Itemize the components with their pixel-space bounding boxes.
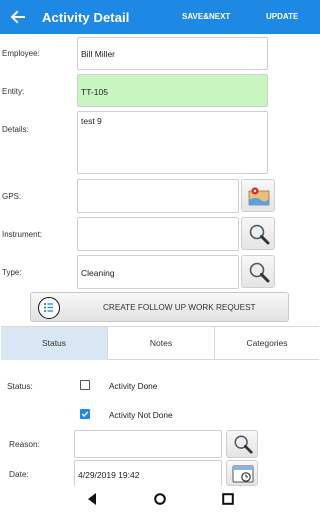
instrument-label: Instrument:	[2, 230, 43, 239]
reason-label: Reason:	[9, 439, 40, 449]
instrument-field[interactable]	[77, 217, 239, 251]
type-label: Type:	[2, 268, 22, 277]
date-picker-button[interactable]	[226, 460, 258, 486]
gps-field[interactable]	[77, 179, 239, 213]
date-value: 4/29/2019 19:42	[78, 470, 140, 480]
details-field[interactable]: test 9	[77, 111, 268, 174]
type-field[interactable]: Cleaning	[77, 255, 239, 289]
check-icon	[81, 411, 89, 418]
save-next-button[interactable]: SAVE&NEXT	[182, 12, 230, 21]
activity-not-done-label: Activity Not Done	[109, 410, 173, 420]
gps-map-button[interactable]	[241, 179, 275, 212]
status-label: Status:	[7, 381, 33, 391]
reason-search-button[interactable]	[226, 430, 258, 458]
back-triangle-icon[interactable]	[86, 492, 98, 506]
system-nav-bar	[0, 486, 320, 512]
search-icon	[234, 435, 253, 454]
recents-square-icon[interactable]	[222, 493, 234, 505]
tab-categories[interactable]: Categories	[215, 327, 319, 360]
tab-status[interactable]: Status	[1, 327, 108, 360]
home-circle-icon[interactable]	[154, 493, 166, 505]
type-search-button[interactable]	[241, 255, 275, 288]
activity-done-label: Activity Done	[109, 381, 158, 391]
employee-field[interactable]: Bill Miller	[77, 37, 268, 70]
employee-label: Employee:	[2, 49, 40, 58]
calendar-icon	[232, 465, 254, 483]
date-field[interactable]: 4/29/2019 19:42	[74, 460, 222, 487]
activity-not-done-checkbox[interactable]	[80, 409, 90, 419]
reason-field[interactable]	[74, 430, 222, 458]
employee-value: Bill Miller	[81, 49, 115, 59]
page-title: Activity Detail	[42, 10, 130, 25]
search-icon	[249, 224, 270, 245]
entity-value: TT-105	[81, 87, 108, 97]
details-label: Details:	[2, 125, 29, 134]
date-label: Date:	[9, 469, 29, 479]
tab-notes[interactable]: Notes	[108, 327, 215, 360]
map-icon	[248, 187, 270, 206]
app-bar: Activity Detail SAVE&NEXT UPDATE	[0, 0, 320, 34]
entity-field[interactable]: TT-105	[77, 74, 268, 107]
activity-done-checkbox[interactable]	[80, 380, 90, 390]
back-arrow-icon[interactable]	[8, 7, 28, 27]
gps-label: GPS:	[2, 192, 22, 201]
tab-bar: Status Notes Categories	[1, 326, 319, 360]
type-value: Cleaning	[81, 268, 115, 278]
details-value: test 9	[81, 116, 102, 126]
entity-label: Entity:	[2, 87, 25, 96]
instrument-search-button[interactable]	[241, 217, 275, 250]
update-button[interactable]: UPDATE	[266, 12, 298, 21]
search-icon	[249, 262, 270, 283]
create-follow-up-button[interactable]: CREATE FOLLOW UP WORK REQUEST	[30, 292, 289, 322]
list-icon	[38, 297, 60, 319]
create-follow-up-label: CREATE FOLLOW UP WORK REQUEST	[103, 303, 256, 312]
